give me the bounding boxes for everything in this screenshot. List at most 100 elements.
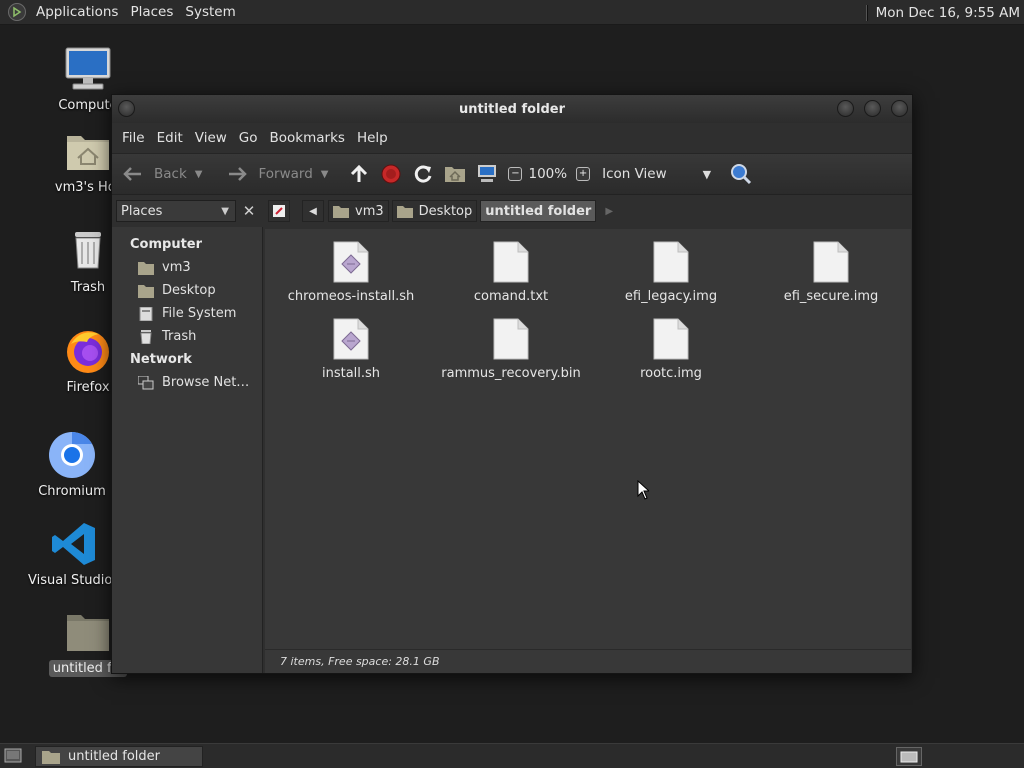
chevron-right-icon[interactable]: ▶	[605, 206, 613, 217]
chevron-left-icon: ◀	[309, 205, 317, 217]
file-item[interactable]: chromeos-install.sh	[271, 241, 431, 304]
title-bar[interactable]: untitled folder	[112, 95, 912, 123]
close-button[interactable]	[891, 100, 908, 117]
places-dropdown-label: Places	[121, 203, 163, 219]
back-history-dropdown-icon[interactable]: ▼	[195, 169, 203, 180]
desktop-folder-icon	[396, 205, 413, 218]
zoom-out-icon[interactable]: −	[508, 167, 523, 181]
breadcrumb-desktop[interactable]: Desktop	[391, 200, 478, 222]
script-file-icon	[333, 318, 369, 360]
file-item[interactable]: efi_legacy.img	[591, 241, 751, 304]
applications-logo-icon[interactable]	[8, 3, 26, 21]
stop-button[interactable]	[380, 163, 402, 185]
forward-history-dropdown-icon[interactable]: ▼	[321, 169, 329, 180]
file-item[interactable]: rammus_recovery.bin	[431, 318, 591, 381]
places-menu[interactable]: Places	[124, 4, 179, 20]
blank-file-icon	[653, 241, 689, 283]
menu-edit[interactable]: Edit	[151, 130, 189, 146]
menu-bar: File Edit View Go Bookmarks Help	[112, 123, 912, 153]
close-icon: ✕	[242, 202, 256, 220]
script-file-icon	[333, 241, 369, 283]
file-item[interactable]: install.sh	[271, 318, 431, 381]
breadcrumb-scroll-left-button[interactable]: ◀	[302, 200, 324, 222]
menu-file[interactable]: File	[116, 130, 151, 146]
minimize-button[interactable]	[837, 100, 854, 117]
search-button[interactable]	[729, 163, 753, 185]
stop-icon	[381, 164, 401, 184]
mouse-pointer-icon	[637, 480, 649, 500]
search-icon	[731, 164, 752, 185]
home-folder-icon	[333, 205, 349, 218]
zoom-in-icon[interactable]: +	[576, 167, 591, 181]
home-button[interactable]	[444, 164, 466, 184]
taskbar-window-button[interactable]: untitled folder	[35, 746, 203, 767]
bottom-panel: untitled folder	[0, 743, 1024, 768]
status-text: 7 items, Free space: 28.1 GB	[280, 655, 440, 668]
computer-button[interactable]	[476, 164, 498, 184]
desktop-icon-label: Chromium	[38, 484, 106, 499]
view-mode-label: Icon View	[602, 166, 667, 182]
close-sidebar-button[interactable]: ✕	[238, 200, 260, 222]
sidebar-item-desktop[interactable]: Desktop	[112, 279, 262, 302]
breadcrumb-untitled-folder[interactable]: untitled folder	[480, 200, 597, 222]
show-desktop-button[interactable]	[4, 748, 22, 768]
blank-file-icon	[653, 318, 689, 360]
maximize-button[interactable]	[864, 100, 881, 117]
places-dropdown[interactable]: Places ▼	[116, 200, 236, 222]
view-mode-select[interactable]: Icon View ▼	[602, 166, 711, 182]
home-folder-icon	[445, 167, 466, 182]
workspace-icon	[900, 751, 918, 762]
menu-go[interactable]: Go	[233, 130, 264, 146]
desktop-icon-label: Trash	[70, 280, 106, 295]
menu-help[interactable]: Help	[351, 130, 394, 146]
system-menu[interactable]: System	[179, 4, 241, 20]
forward-button[interactable]: Forward ▼	[226, 165, 328, 183]
drive-icon	[139, 306, 153, 321]
file-item[interactable]: rootc.img	[591, 318, 751, 381]
computer-icon	[63, 44, 113, 94]
menu-bookmarks[interactable]: Bookmarks	[264, 130, 351, 146]
folder-icon	[63, 607, 113, 657]
window-title: untitled folder	[458, 101, 566, 117]
sidebar-item-vm3[interactable]: vm3	[112, 256, 262, 279]
home-icon	[138, 261, 154, 275]
reload-button[interactable]	[412, 163, 434, 185]
panel-separator	[865, 4, 868, 21]
sidebar-item-trash[interactable]: Trash	[112, 325, 262, 348]
sidebar-item-file-system[interactable]: File System	[112, 302, 262, 325]
breadcrumb-vm3[interactable]: vm3	[328, 200, 389, 222]
workspace-switcher[interactable]	[896, 747, 922, 766]
forward-label: Forward	[258, 166, 313, 182]
clock[interactable]: Mon Dec 16, 9:55 AM	[876, 5, 1024, 21]
window-menu-button[interactable]	[118, 100, 135, 117]
sidebar-heading-network: Network	[130, 352, 192, 367]
back-arrow-icon	[123, 167, 141, 181]
reload-icon	[415, 165, 432, 183]
up-button[interactable]	[348, 164, 370, 184]
desktop-icon-vscode[interactable]: Visual Studio Co	[24, 519, 134, 589]
show-desktop-icon	[4, 748, 22, 763]
location-row: Places ▼ ✕ ◀ vm3 Desktop untitled folder…	[112, 195, 912, 227]
toggle-location-entry-button[interactable]	[268, 200, 290, 222]
sidebar-item-label: Browse Net…	[162, 375, 250, 390]
sidebar-item-label: File System	[162, 306, 237, 321]
sidebar-item-label: vm3	[162, 260, 191, 275]
file-name: efi_secure.img	[783, 289, 879, 304]
vscode-icon	[49, 519, 99, 569]
file-name: comand.txt	[473, 289, 549, 304]
folder-icon	[42, 750, 60, 764]
applications-menu[interactable]: Applications	[30, 4, 124, 20]
sidebar-item-browse-network[interactable]: Browse Net…	[112, 371, 262, 394]
desktop-icon-chromium[interactable]: Chromium	[22, 430, 122, 500]
computer-icon	[478, 165, 497, 182]
zoom-control: − 100% +	[508, 166, 591, 182]
breadcrumb-label: untitled folder	[485, 203, 592, 219]
edit-pencil-icon	[273, 205, 285, 217]
back-button[interactable]: Back ▼	[122, 165, 202, 183]
file-icon-view[interactable]: chromeos-install.sh comand.txt efi_legac…	[265, 229, 911, 649]
firefox-icon	[63, 326, 113, 376]
file-item[interactable]: comand.txt	[431, 241, 591, 304]
menu-view[interactable]: View	[189, 130, 233, 146]
file-item[interactable]: efi_secure.img	[751, 241, 911, 304]
trash-icon	[63, 226, 113, 276]
